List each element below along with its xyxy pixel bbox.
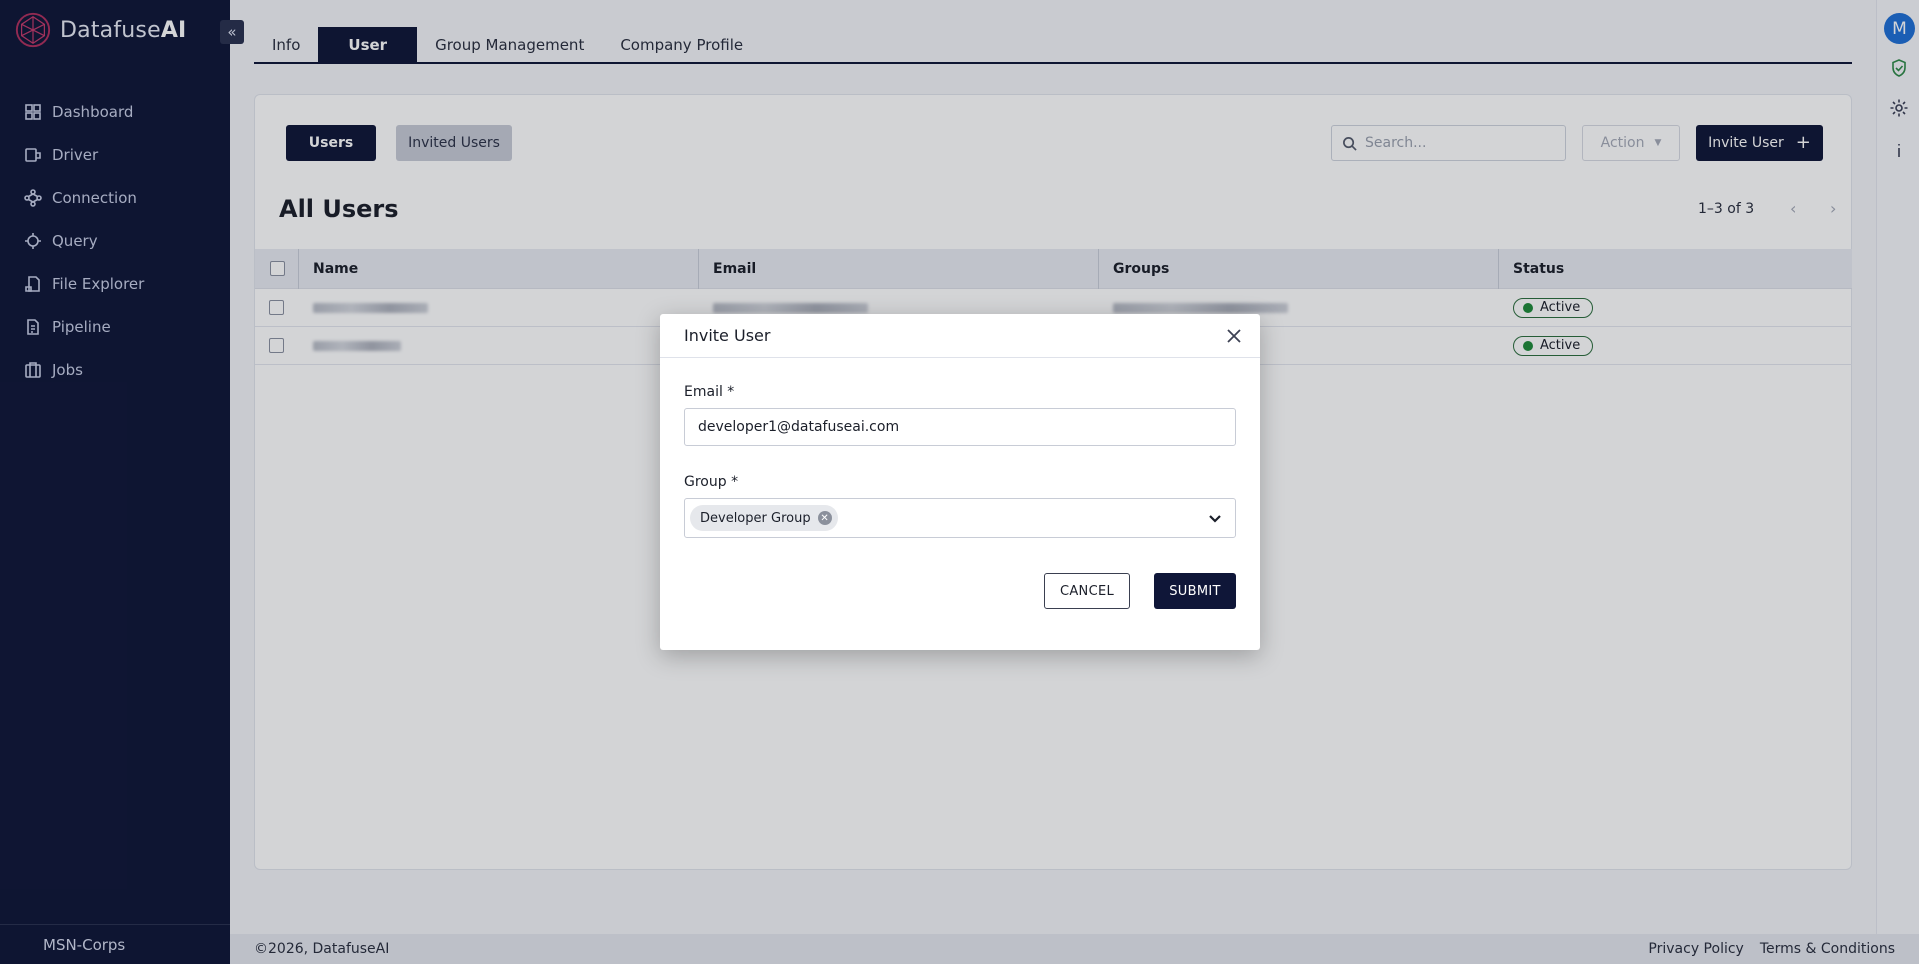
chevron-down-icon[interactable] bbox=[1207, 510, 1223, 526]
close-icon[interactable] bbox=[1224, 326, 1244, 346]
email-label: Email * bbox=[684, 384, 735, 400]
submit-button[interactable]: SUBMIT bbox=[1154, 573, 1236, 609]
group-chip: Developer Group ✕ bbox=[690, 505, 838, 531]
invite-user-dialog: Invite User Email * Group * Developer Gr… bbox=[660, 314, 1260, 650]
email-field[interactable] bbox=[684, 408, 1236, 446]
remove-chip-icon[interactable]: ✕ bbox=[817, 511, 832, 525]
group-select[interactable]: Developer Group ✕ bbox=[684, 498, 1236, 538]
group-chip-label: Developer Group bbox=[700, 510, 811, 526]
dialog-title: Invite User bbox=[684, 326, 771, 345]
dialog-header: Invite User bbox=[660, 314, 1260, 358]
group-label: Group * bbox=[684, 474, 739, 490]
cancel-button[interactable]: CANCEL bbox=[1044, 573, 1130, 609]
